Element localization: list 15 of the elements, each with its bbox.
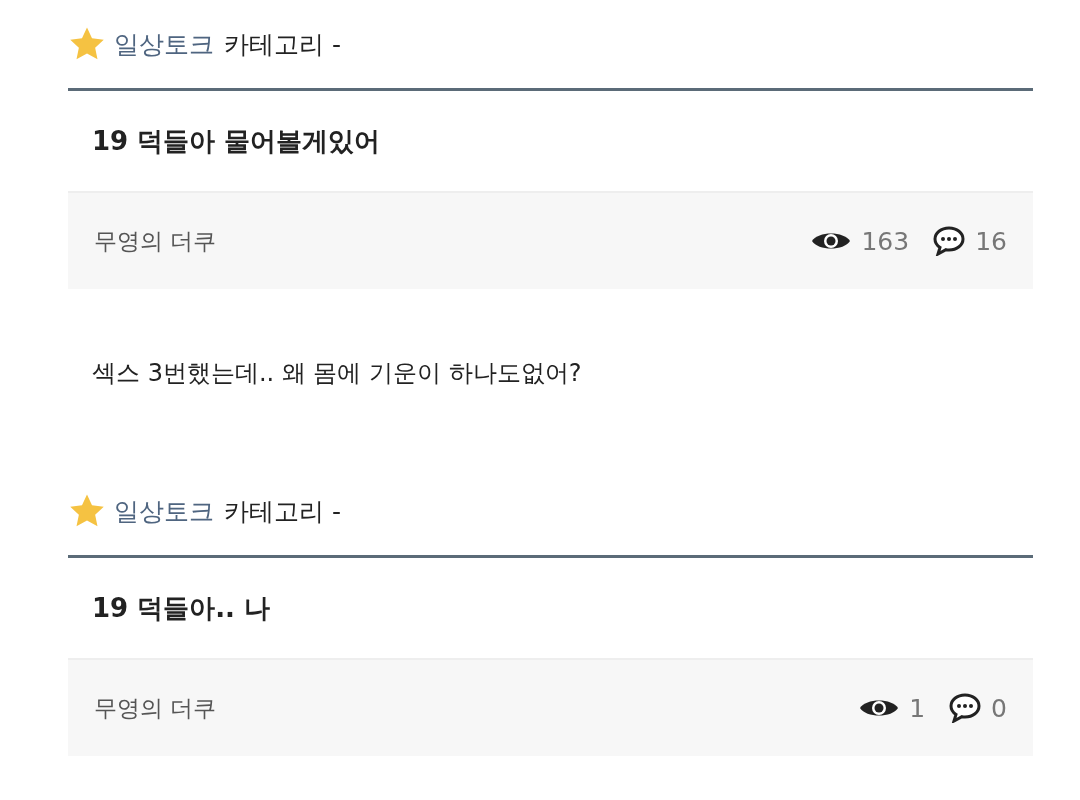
category-link[interactable]: 일상토크 xyxy=(114,494,214,528)
author-name: 무영의 더쿠 xyxy=(94,226,217,256)
comment-count: 0 xyxy=(991,693,1007,723)
category-label: 카테고리 - xyxy=(224,28,341,61)
speech-bubble-icon xyxy=(949,693,982,723)
author-name: 무영의 더쿠 xyxy=(94,693,217,723)
category-link[interactable]: 일상토크 xyxy=(114,27,214,61)
comment-count: 16 xyxy=(975,226,1007,256)
speech-bubble-icon xyxy=(933,226,966,256)
category-label: 카테고리 - xyxy=(224,495,341,528)
view-count: 1 xyxy=(909,693,926,723)
view-count: 163 xyxy=(861,226,910,256)
post-body: 섹스 3번했는데.. 왜 몸에 기운이 하나도없어? xyxy=(92,358,583,389)
star-icon xyxy=(68,26,106,62)
star-icon xyxy=(68,493,106,529)
